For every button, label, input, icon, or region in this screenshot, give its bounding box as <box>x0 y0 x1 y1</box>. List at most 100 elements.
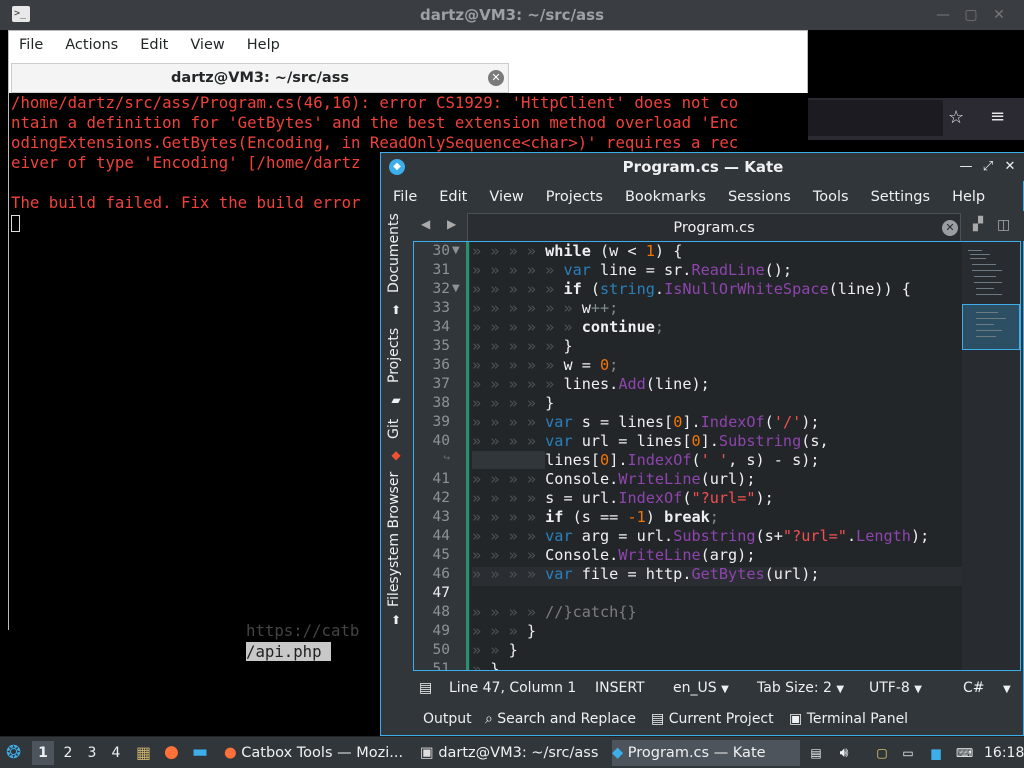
terminal-menu-edit[interactable]: Edit <box>140 37 168 53</box>
volume-icon[interactable]: 🔊︎ <box>836 745 852 761</box>
code-editor[interactable]: » » » » while (w < 1) { » » » » » var li… <box>413 241 1021 671</box>
kate-titlebar[interactable]: Program.cs — Kate <box>381 153 1024 181</box>
kate-close-icon[interactable]: ✕ <box>1001 158 1019 176</box>
bookmark-star-icon[interactable]: ☆ <box>948 107 964 128</box>
kate-menu-edit[interactable]: Edit <box>439 189 467 205</box>
kate-sidebar: Documents ⬆ Projects ▰ Git ◆ Filesystem … <box>381 211 411 671</box>
line-number: 49 <box>432 623 450 639</box>
monitor-icon[interactable]: ▭ <box>900 745 916 761</box>
encoding-selector[interactable]: UTF-8 ▼ <box>869 680 922 696</box>
toolview-terminal-panel[interactable]: ▣ Terminal Panel <box>789 711 908 727</box>
task-kate-label: Program.cs — Kate <box>627 745 766 761</box>
code-line: » » » » » } <box>472 337 573 355</box>
minimap[interactable] <box>962 242 1020 670</box>
hamburger-menu-icon[interactable]: ≡ <box>990 106 1005 127</box>
line-number: 40 <box>432 433 450 449</box>
line-number: 31 <box>432 262 450 278</box>
fold-marker-icon[interactable]: ▼ <box>452 283 460 294</box>
kate-tabbar: ◀ ▶ Program.cs ✕ ▞ ◫ <box>411 211 1024 241</box>
desktop: dartz@VM3: ~/src/ass >_ — ▢ ✕ File Actio… <box>0 0 1024 768</box>
virtual-desktop-4[interactable]: 4 <box>105 741 127 765</box>
virtual-desktop-2[interactable]: 2 <box>57 741 79 765</box>
line-number: 36 <box>432 357 450 373</box>
clipboard-icon[interactable]: ▤ <box>808 745 824 761</box>
notes-icon[interactable]: ▢ <box>874 745 890 761</box>
dictionary-selector[interactable]: en_US ▼ <box>673 680 729 696</box>
kate-menu-tools[interactable]: Tools <box>813 189 849 205</box>
kate-menu-settings[interactable]: Settings <box>871 189 930 205</box>
tab-prev-icon[interactable]: ◀ <box>421 217 430 231</box>
browser-url-bar[interactable] <box>808 100 943 136</box>
task-terminal[interactable]: ▣ dartz@VM3: ~/src/ass <box>420 740 606 766</box>
terminal-menu-help[interactable]: Help <box>247 37 280 53</box>
cursor-position[interactable]: Line 47, Column 1 <box>449 680 576 696</box>
toolview-search-replace[interactable]: ⌕ Search and Replace <box>485 711 636 727</box>
keyboard-icon[interactable]: ⌨ <box>956 745 973 761</box>
code-line: » } <box>472 660 500 671</box>
code-line-wrapped: lines[0].IndexOf(' ', s) - s); <box>472 451 820 470</box>
git-icon: ◆ <box>391 448 401 462</box>
sidebar-tab-documents[interactable]: Documents <box>386 213 402 293</box>
line-numbers: 30 31 32 33 34 35 36 37 38 39 40 ↪ 41 42… <box>414 242 470 670</box>
show-desktop-icon[interactable]: ▬ <box>192 742 208 762</box>
toolview-current-project[interactable]: ▤ Current Project <box>651 711 774 727</box>
kate-menu-projects[interactable]: Projects <box>546 189 603 205</box>
minimap-viewport[interactable] <box>962 304 1020 350</box>
task-firefox[interactable]: ● Catbox Tools — Mozi... <box>224 740 410 766</box>
code-line: » » » » var file = http.GetBytes(url); <box>472 565 820 583</box>
code-line: » » » » while (w < 1) { <box>472 242 683 260</box>
terminal-maximize-icon[interactable]: ▢ <box>962 6 980 24</box>
network-icon[interactable]: ▆ <box>928 745 944 761</box>
kate-maximize-icon[interactable]: ⤢ <box>979 158 997 176</box>
app-launcher-icon[interactable]: ❂ <box>6 742 21 763</box>
tab-size-selector[interactable]: Tab Size: 2 ▼ <box>757 680 844 696</box>
task-firefox-label: Catbox Tools — Mozi... <box>241 745 404 761</box>
new-document-icon[interactable]: ▞ <box>973 217 983 232</box>
terminal-menu-view[interactable]: View <box>190 37 224 53</box>
line-number: 43 <box>432 509 450 525</box>
editor-tab-close-icon[interactable]: ✕ <box>942 220 958 236</box>
code-line: » » » » » » continue; <box>472 318 665 336</box>
terminal-titlebar[interactable]: dartz@VM3: ~/src/ass <box>0 0 1024 30</box>
terminal-close-icon[interactable]: ✕ <box>990 6 1008 24</box>
kate-menu-sessions[interactable]: Sessions <box>728 189 791 205</box>
code-area[interactable]: » » » » while (w < 1) { » » » » » var li… <box>472 242 962 671</box>
kate-menu-help[interactable]: Help <box>952 189 985 205</box>
kate-menu-view[interactable]: View <box>489 189 523 205</box>
clock[interactable]: 16:18 <box>984 745 1024 761</box>
terminal-minimize-icon[interactable]: — <box>934 6 952 24</box>
terminal-menu-file[interactable]: File <box>19 37 43 53</box>
input-mode[interactable]: INSERT <box>595 680 645 696</box>
terminal-icon: ▣ <box>420 745 434 761</box>
terminal-tab-close-icon[interactable]: ✕ <box>488 70 504 86</box>
line-number: 34 <box>432 319 450 335</box>
sidebar-tab-projects[interactable]: Projects <box>386 328 402 383</box>
fold-marker-icon[interactable]: ▼ <box>452 245 460 256</box>
split-view-icon[interactable]: ◫ <box>997 217 1010 233</box>
terminal-window-title: dartz@VM3: ~/src/ass <box>419 6 605 24</box>
tab-next-icon[interactable]: ▶ <box>447 217 456 231</box>
sidebar-tab-filesystem-browser[interactable]: Filesystem Browser <box>386 472 402 607</box>
kate-statusbar: ▤ Line 47, Column 1 INSERT en_US ▼ Tab S… <box>411 673 1024 703</box>
kate-icon: ◆ <box>612 745 624 761</box>
terminal-tab[interactable]: dartz@VM3: ~/src/ass ✕ <box>11 63 509 93</box>
code-line: » » » » var arg = url.Substring(s+"?url=… <box>472 527 930 545</box>
editor-tab-program-cs[interactable]: Program.cs ✕ <box>467 213 961 241</box>
terminal-menu-actions[interactable]: Actions <box>65 37 118 53</box>
code-line: » » » » » lines.Add(line); <box>472 375 710 393</box>
browser-toolbar: ☆ ≡ <box>808 98 1024 140</box>
file-manager-icon[interactable]: ▦ <box>136 743 151 762</box>
virtual-desktop-1[interactable]: 1 <box>32 741 54 765</box>
kate-menu-bookmarks[interactable]: Bookmarks <box>625 189 706 205</box>
task-kate[interactable]: ◆ Program.cs — Kate <box>612 740 800 766</box>
code-line: » » » » //}catch{} <box>472 603 637 621</box>
toolview-output[interactable]: Output <box>423 711 472 727</box>
kate-menu-file[interactable]: File <box>393 189 417 205</box>
terminal-output-line: odingExtensions.GetBytes(Encoding, in Re… <box>11 133 739 152</box>
language-selector[interactable]: C# ▼ <box>963 680 1011 696</box>
sidebar-tab-git[interactable]: Git <box>386 419 402 439</box>
virtual-desktop-3[interactable]: 3 <box>81 741 103 765</box>
chevron-down-icon: ▼ <box>836 684 845 695</box>
kate-minimize-icon[interactable]: — <box>957 158 975 176</box>
firefox-icon[interactable]: ● <box>164 742 179 762</box>
